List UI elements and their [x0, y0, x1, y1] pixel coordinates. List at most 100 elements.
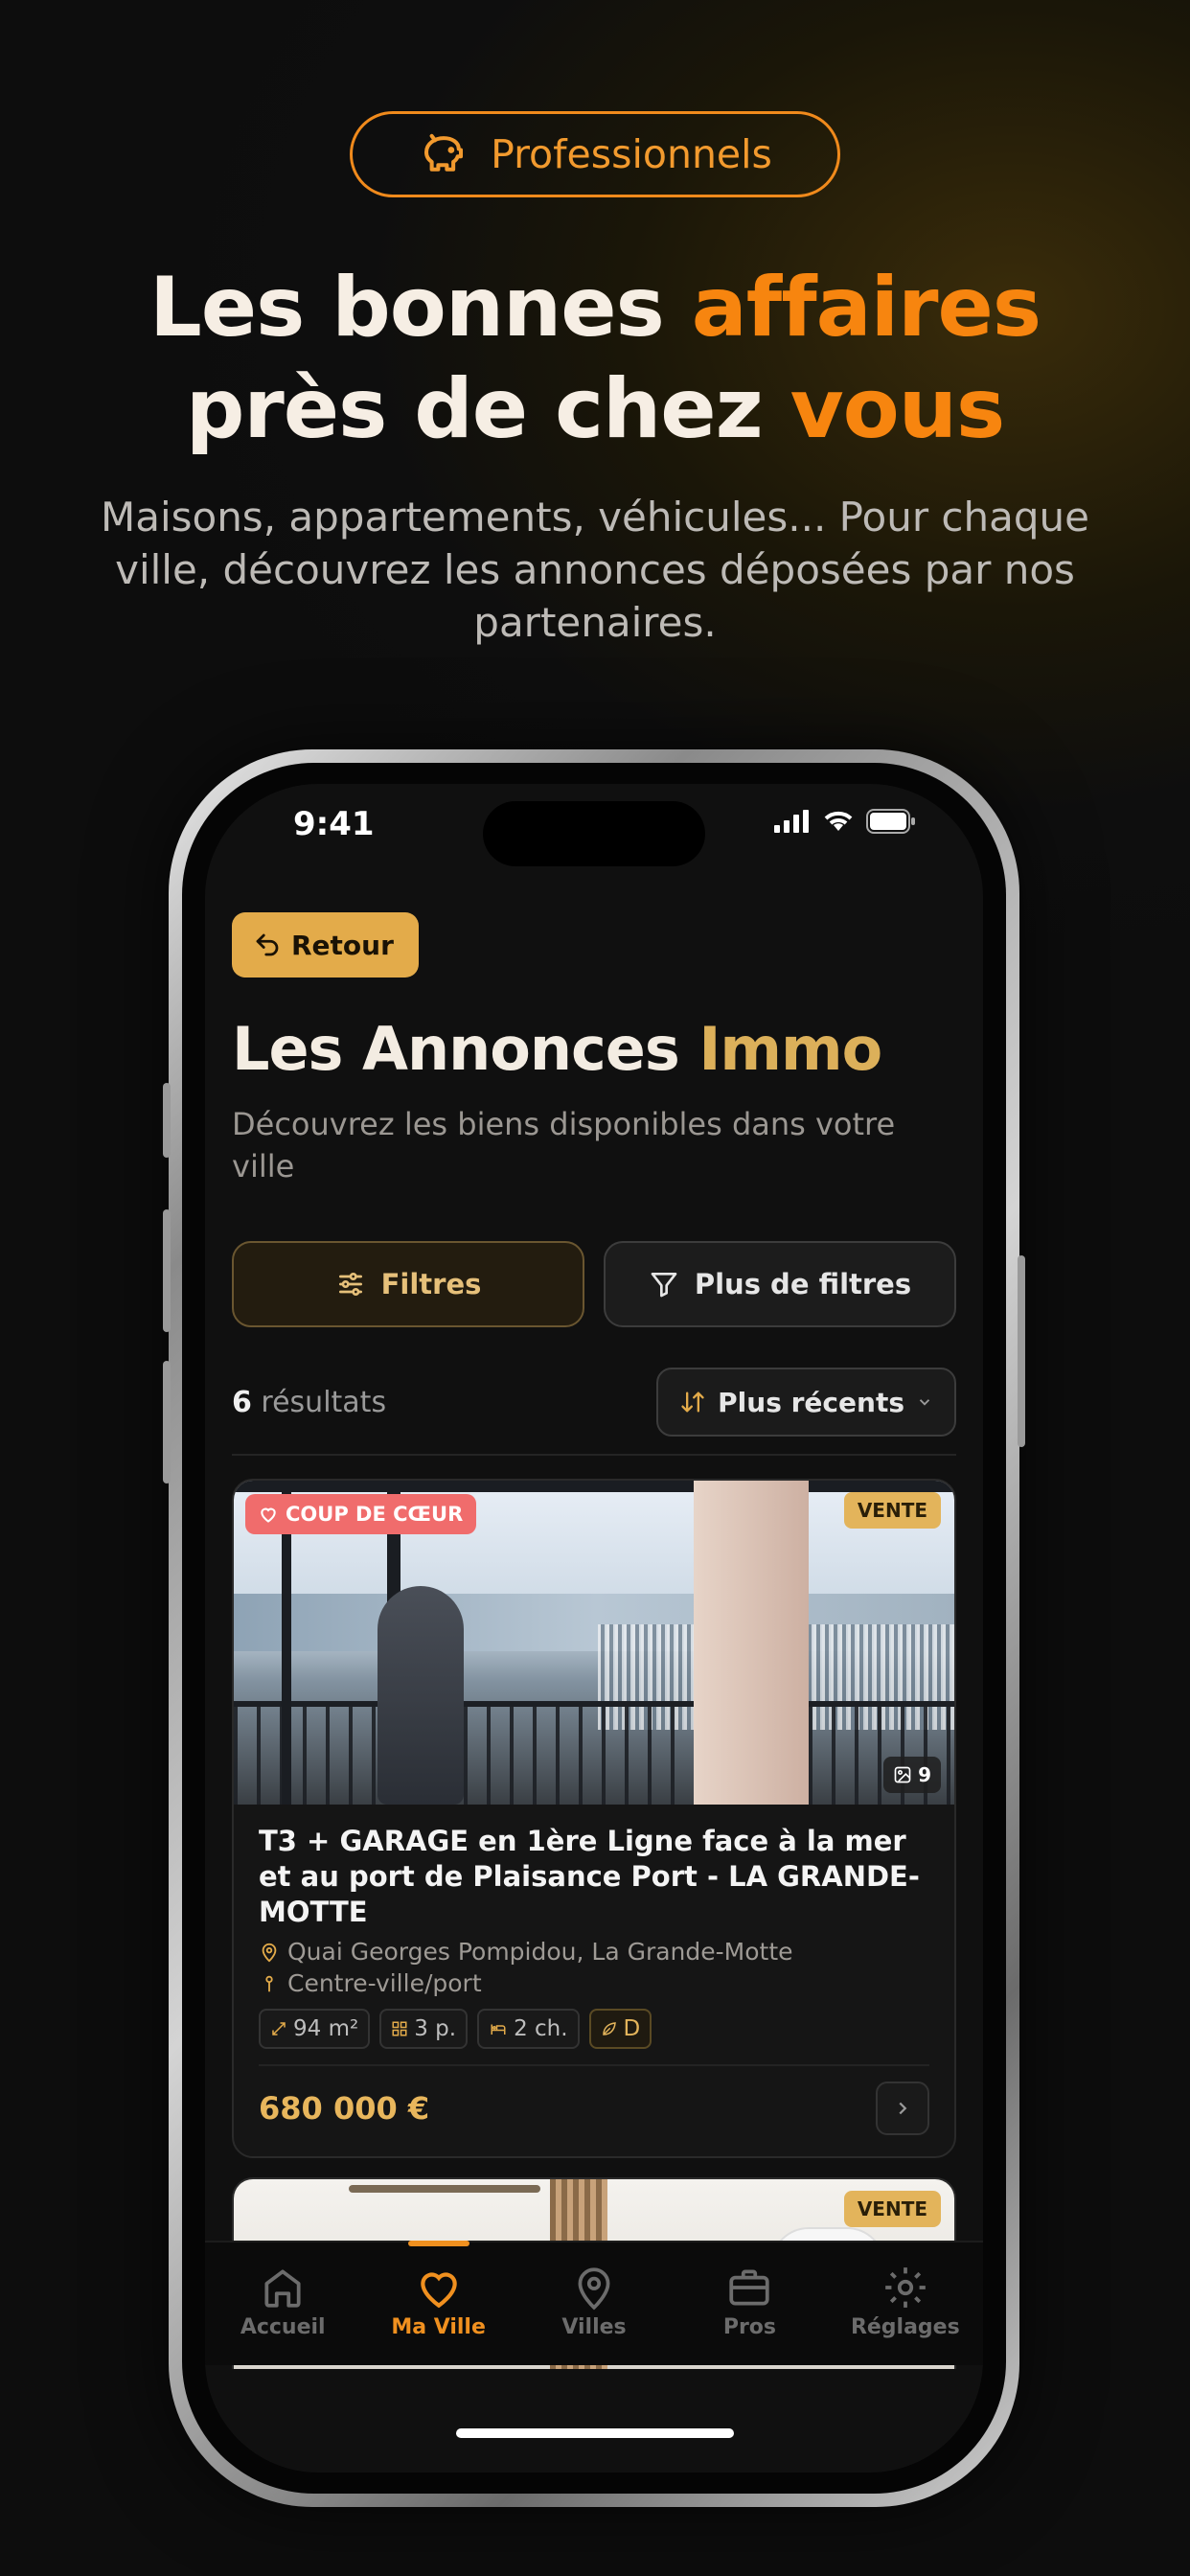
page-title: Les Annonces Immo: [232, 1014, 956, 1084]
ceiling-fan: [349, 2185, 540, 2193]
promo-headline: Les bonnes affaires près de chez vous: [0, 257, 1190, 460]
sort-dropdown[interactable]: Plus récents: [656, 1368, 956, 1437]
signal-icon: [774, 810, 809, 833]
piggy-bank-icon: [424, 133, 464, 172]
sliders-icon: [338, 1273, 362, 1296]
listing-footer: 680 000 €: [259, 2064, 929, 2135]
mute-switch: [163, 1083, 171, 1158]
listing-address-row: Quai Georges Pompidou, La Grande-Motte: [259, 1938, 929, 1966]
favorite-label: COUP DE CŒUR: [286, 1503, 464, 1526]
volume-down-button: [163, 1361, 171, 1484]
briefcase-icon: [729, 2269, 770, 2306]
railing-top: [234, 1701, 954, 1707]
undo-arrow-icon: [256, 933, 279, 956]
chevron-right-icon: [899, 2102, 907, 2115]
tab-accueil[interactable]: Accueil: [205, 2242, 360, 2365]
headline-part2: près de chez: [185, 361, 790, 457]
listing-price: 680 000 €: [259, 2090, 430, 2127]
energy-class-chip: D: [588, 2009, 652, 2049]
wifi-icon: [824, 811, 853, 831]
tab-accueil-label: Accueil: [240, 2315, 326, 2339]
grid-icon: [392, 2021, 407, 2036]
leaf-icon: [602, 2022, 616, 2036]
more-filters-button-label: Plus de filtres: [694, 1268, 912, 1300]
open-listing-button[interactable]: [876, 2082, 929, 2135]
surface-value: 94 m²: [293, 2016, 359, 2041]
image-icon: [894, 1766, 911, 1783]
professionnels-badge: Professionnels: [350, 111, 840, 197]
sort-label: Plus récents: [718, 1386, 904, 1418]
headline-accent1: affaires: [691, 260, 1041, 356]
listing-card[interactable]: COUP DE CŒUR VENTE 9 T3 + GARAGE en 1ère…: [232, 1479, 956, 2158]
battery-icon: [866, 809, 915, 834]
sale-type-tag-2: VENTE: [843, 2191, 941, 2227]
phone-screen: 9:41 Retour Les Annonces Immo Découvrez …: [205, 784, 983, 2472]
tab-pros[interactable]: Pros: [672, 2242, 827, 2365]
tab-villes-label: Villes: [561, 2315, 627, 2339]
filters-button-label: Filtres: [380, 1268, 482, 1300]
sort-arrows-icon: [681, 1392, 704, 1413]
listing-photo: COUP DE CŒUR VENTE 9: [234, 1481, 954, 1805]
main-content: Retour Les Annonces Immo Découvrez les b…: [232, 912, 956, 2369]
volume-up-button: [163, 1209, 171, 1332]
tab-reglages-label: Réglages: [850, 2315, 960, 2339]
status-time: 9:41: [293, 805, 375, 843]
surface-chip: 94 m²: [259, 2009, 371, 2049]
map-pin-icon: [262, 1943, 277, 1962]
photo-count: 9: [918, 1763, 931, 1786]
page-title-accent: Immo: [698, 1014, 882, 1084]
map-pin-icon: [578, 2267, 610, 2311]
listing-body: T3 + GARAGE en 1ère Ligne face à la mer …: [234, 1805, 954, 2156]
dynamic-island: [483, 801, 705, 866]
tab-bar: Accueil Ma Ville Villes Pros Réglages: [205, 2241, 983, 2365]
listing-features: 94 m² 3 p. 2 ch. D: [259, 2009, 929, 2049]
funnel-icon: [651, 1273, 677, 1298]
bedrooms-value: 2 ch.: [514, 2016, 568, 2041]
bedrooms-chip: 2 ch.: [477, 2009, 580, 2049]
listing-address: Quai Georges Pompidou, La Grande-Motte: [287, 1938, 793, 1966]
badge-label: Professionnels: [491, 131, 772, 177]
wall-pillar: [694, 1481, 809, 1805]
back-button-label: Retour: [291, 929, 394, 961]
gear-icon: [884, 2267, 926, 2308]
tab-villes[interactable]: Villes: [516, 2242, 672, 2365]
photo-count-badge: 9: [883, 1757, 941, 1793]
results-count: 6 résultats: [232, 1386, 386, 1419]
tab-ma-ville-label: Ma Ville: [391, 2315, 486, 2339]
results-suffix: résultats: [261, 1385, 387, 1419]
window-frame-top: [234, 1481, 954, 1492]
bed-icon: [491, 2024, 506, 2035]
tab-pros-label: Pros: [722, 2315, 777, 2339]
home-indicator: [456, 2428, 734, 2438]
sale-type-tag: VENTE: [843, 1492, 941, 1529]
heart-outline-icon: [261, 1507, 276, 1523]
listing-district-row: Centre-ville/port: [259, 1969, 929, 1997]
energy-class-value: D: [623, 2016, 641, 2041]
filters-button[interactable]: Filtres: [232, 1241, 584, 1327]
listing-title: T3 + GARAGE en 1ère Ligne face à la mer …: [259, 1825, 920, 1928]
page-title-main: Les Annonces: [232, 1014, 699, 1084]
power-button: [1018, 1255, 1025, 1447]
favorite-badge: COUP DE CŒUR: [245, 1494, 477, 1534]
results-divider: [232, 1454, 956, 1456]
filter-row: Filtres Plus de filtres: [232, 1241, 956, 1327]
area-icon: [272, 2022, 286, 2036]
heart-icon: [420, 2272, 457, 2309]
chevron-down-icon: [919, 1399, 930, 1406]
active-tab-indicator: [407, 2241, 469, 2246]
back-button[interactable]: Retour: [232, 912, 419, 978]
tab-reglages[interactable]: Réglages: [828, 2242, 983, 2365]
more-filters-button[interactable]: Plus de filtres: [604, 1241, 956, 1327]
rooms-chip: 3 p.: [379, 2009, 469, 2049]
person-figure: [378, 1586, 464, 1805]
tab-ma-ville[interactable]: Ma Ville: [360, 2241, 515, 2365]
promo-subtitle: Maisons, appartements, véhicules... Pour…: [100, 494, 1090, 646]
balcony-railing: [234, 1701, 954, 1805]
page-description: Découvrez les biens disponibles dans vot…: [232, 1106, 896, 1184]
headline-part1: Les bonnes: [149, 260, 692, 356]
listing-district: Centre-ville/port: [287, 1969, 482, 1997]
status-icons: [774, 809, 916, 834]
rooms-value: 3 p.: [414, 2016, 457, 2041]
results-row: 6 résultats Plus récents: [232, 1368, 956, 1437]
home-icon: [264, 2269, 301, 2308]
